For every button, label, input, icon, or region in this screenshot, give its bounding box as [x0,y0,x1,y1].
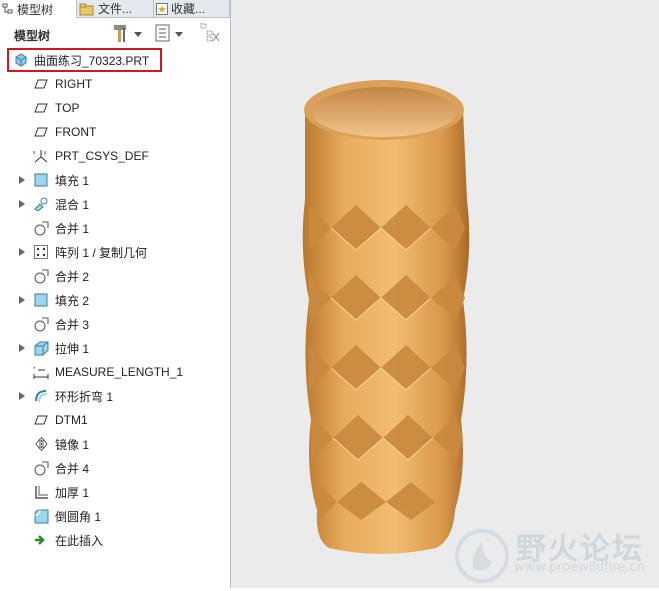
list-show-icon [155,24,171,45]
tree-item[interactable]: 倒圆角 1 [0,504,230,528]
svg-text:x: x [33,150,36,156]
mirror-icon [33,436,49,452]
tab-model-tree[interactable]: 模型树 [0,0,77,18]
hammer-settings-icon [112,23,130,46]
thicken-icon [33,484,49,500]
tree-item-label: PRT_CSYS_DEF [55,149,149,163]
extrude-icon [33,340,49,356]
tab-favorites[interactable]: 收藏... [154,0,230,17]
toolbar-title: 模型树 [14,29,51,43]
part-icon [13,52,29,68]
show-button[interactable] [155,24,183,44]
tree-item-label: 混合 1 [55,197,90,212]
tree-item-label: 合并 3 [55,317,90,332]
tree-item-label: 倒圆角 1 [55,509,102,524]
svg-text:y: y [44,150,47,156]
svg-text:*: * [33,367,36,373]
tree-root-item[interactable]: 曲面练习_70323.PRT [0,48,230,72]
model-tree-panel: 模型树 文件... 收藏... 模型树 曲面练习_70323.PRT RIGHT… [0,0,231,588]
tree-item[interactable]: 填充 2 [0,288,230,312]
tree-item-label: MEASURE_LENGTH_1 [55,365,184,379]
tree-item[interactable]: DTM1 [0,408,230,432]
measure-icon: * [33,364,49,380]
expand-arrow-icon[interactable] [19,296,25,304]
tree-item[interactable]: 混合 1 [0,192,230,216]
tree-item[interactable]: 合并 3 [0,312,230,336]
settings-button[interactable] [112,24,142,44]
toroidal-bend-icon [33,388,49,404]
datum-plane-icon [33,124,49,140]
tree-item[interactable]: 合并 1 [0,216,230,240]
tree-item-label: RIGHT [55,77,93,91]
graphics-viewport[interactable] [231,0,659,588]
csys-icon: xy [33,148,49,164]
panel-tabs: 模型树 文件... 收藏... [0,0,230,18]
tree-item[interactable]: 合并 4 [0,456,230,480]
model-tree-icon [2,3,14,15]
tree-item[interactable]: FRONT [0,120,230,144]
watermark-url: www.proewildfire.cn [514,560,645,575]
tree-item-label: DTM1 [55,413,88,427]
watermark: 野火论坛 www.proewildfire.cn [448,520,658,586]
tree-item[interactable]: 镜像 1 [0,432,230,456]
tree-item-label: 合并 4 [55,461,90,476]
merge-icon [33,316,49,332]
merge-icon [33,268,49,284]
tree-item-label: 填充 2 [55,293,90,308]
tree-item-label: FRONT [55,125,97,139]
datum-plane-icon [33,412,49,428]
expand-arrow-icon[interactable] [19,176,25,184]
tree-item-label: 镜像 1 [55,437,90,452]
tab-label: 模型树 [17,2,54,17]
fill-icon [33,292,49,308]
chevron-down-icon [175,31,183,37]
blend-icon [33,196,49,212]
round-icon [33,508,49,524]
tree-item-label: 合并 1 [55,221,90,236]
tree-filter-icon [200,23,220,46]
favorites-icon [156,2,168,15]
flame-logo-icon [452,526,512,587]
tree-item-label: 环形折弯 1 [55,389,114,404]
fill-icon [33,172,49,188]
merge-icon [33,460,49,476]
tree-item[interactable]: 阵列 1 / 复制几何 [0,240,230,264]
tree-item[interactable]: TOP [0,96,230,120]
filter-button[interactable] [200,23,220,46]
tree-item[interactable]: RIGHT [0,72,230,96]
tree-item[interactable]: 合并 2 [0,264,230,288]
vase-model [302,80,470,554]
expand-arrow-icon[interactable] [19,344,25,352]
tab-file-browser[interactable]: 文件... [77,0,154,17]
tree-item-label: 曲面练习_70323.PRT [34,53,150,68]
tree-item[interactable]: x y PRT_CSYS_DEF [0,144,230,168]
tree-item[interactable]: 环形折弯 1 [0,384,230,408]
tree-item[interactable]: 拉伸 1 [0,336,230,360]
tab-label: 文件... [98,2,133,16]
pattern-icon [33,244,49,260]
tab-label: 收藏... [171,2,206,16]
tree-item-label: 拉伸 1 [55,341,90,356]
expand-arrow-icon[interactable] [19,200,25,208]
tree-item-label: 填充 1 [55,173,90,188]
tree-item-label: 阵列 1 / 复制几何 [55,245,148,260]
tree-item-label: 在此插入 [55,533,104,548]
insert-here-icon [33,532,49,548]
datum-plane-icon [33,100,49,116]
tree-item[interactable]: 加厚 1 [0,480,230,504]
merge-icon [33,220,49,236]
expand-arrow-icon[interactable] [19,392,25,400]
chevron-down-icon [134,31,142,37]
tree-toolbar: 模型树 [0,18,230,48]
tree-item[interactable]: 在此插入 [0,528,230,552]
datum-plane-icon [33,76,49,92]
tree-item-label: 加厚 1 [55,485,90,500]
tree-item[interactable]: * MEASURE_LENGTH_1 [0,360,230,384]
tree-item[interactable]: 填充 1 [0,168,230,192]
tree-item-label: TOP [55,101,80,115]
folder-icon [79,3,95,15]
tree-item-label: 合并 2 [55,269,90,284]
expand-arrow-icon[interactable] [19,248,25,256]
